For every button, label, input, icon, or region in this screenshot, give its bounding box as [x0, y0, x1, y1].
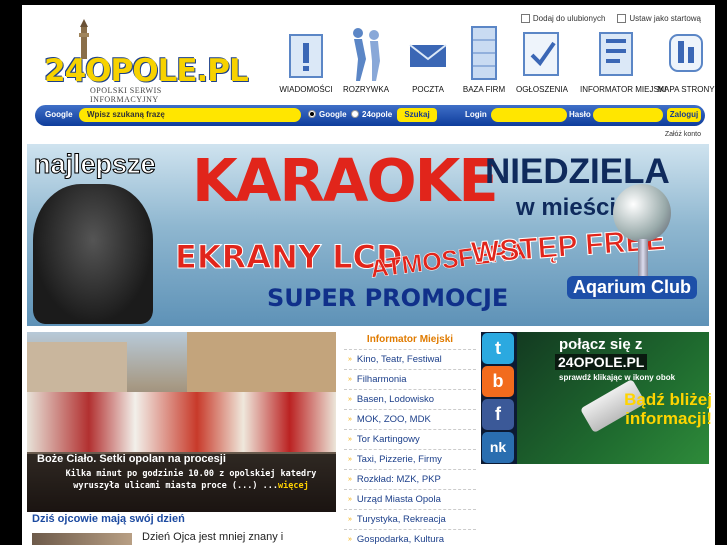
- business-directory-icon: [471, 26, 497, 80]
- radio-site-label: 24opole: [362, 110, 393, 119]
- nav-item-sitemap[interactable]: MAPA STRONY: [654, 25, 715, 94]
- karaoke-banner[interactable]: najlepsze KARAOKE NIEDZIELA w mieście EK…: [27, 144, 709, 326]
- banner-line8: SUPER PROMOCJE: [267, 284, 509, 312]
- bookmark-icon: [520, 14, 530, 24]
- google-label: Google: [45, 110, 73, 119]
- promo-line2: 24OPOLE.PL: [555, 354, 648, 370]
- bullet-icon: »: [348, 436, 352, 443]
- nav-item-news[interactable]: WIADOMOŚCI: [274, 25, 338, 94]
- list-item[interactable]: » Kino, Teatr, Festiwal: [344, 349, 476, 369]
- nav-item-business[interactable]: BAZA FIRM: [452, 25, 516, 94]
- singer-image: [33, 184, 153, 324]
- list-item[interactable]: » Tor Kartingowy: [344, 429, 476, 449]
- bullet-icon: »: [348, 416, 352, 423]
- bullet-icon: »: [348, 396, 352, 403]
- promo-line4: Bądź bliżej informacji!: [624, 390, 712, 428]
- main-nav: WIADOMOŚCI ROZRYWKA POCZTA BAZA FIRM OGŁ…: [274, 25, 715, 97]
- add-bookmark-link[interactable]: Dodaj do ulubionych: [520, 14, 605, 24]
- promo-line1: połącz się z: [559, 336, 643, 353]
- news-icon: [289, 34, 323, 78]
- list-item[interactable]: » Basen, Lodowisko: [344, 389, 476, 409]
- promo-line3: sprawdź klikając w ikony obok: [559, 373, 676, 382]
- news-title[interactable]: Boże Ciało. Setki opolan na procesji: [37, 453, 226, 465]
- second-news-text: Dzień Ojca jest mniej znany i: [142, 531, 284, 543]
- news-excerpt: Kilka minut po godzinie 10.00 z opolskie…: [65, 469, 317, 491]
- blip-icon[interactable]: b: [482, 366, 514, 397]
- social-panel: t b f nk połącz się z 24OPOLE.PL sprawdź…: [481, 332, 712, 464]
- list-item[interactable]: » MOK, ZOO, MDK: [344, 409, 476, 429]
- home-page-icon: [617, 14, 627, 24]
- set-homepage-link[interactable]: Ustaw jako startową: [617, 14, 701, 24]
- bullet-icon: »: [348, 516, 352, 523]
- mail-icon: [409, 44, 447, 67]
- twitter-icon[interactable]: t: [482, 333, 514, 364]
- bullet-icon: »: [348, 476, 352, 483]
- bullet-icon: »: [348, 536, 352, 543]
- search-button[interactable]: Szukaj: [397, 108, 437, 122]
- city-guide-title: Informator Miejski: [366, 334, 454, 345]
- city-guide-icon: [599, 32, 633, 76]
- connect-promo[interactable]: połącz się z 24OPOLE.PL sprawdź klikając…: [517, 332, 712, 464]
- radio-google[interactable]: [308, 110, 316, 118]
- login-button[interactable]: Zaloguj: [667, 108, 701, 122]
- classifieds-icon: [523, 32, 559, 76]
- site-logo[interactable]: 24OPOLE.PL OPOLSKI SERWIS INFORMACYJNY: [44, 19, 249, 104]
- bullet-icon: »: [348, 356, 352, 363]
- password-input[interactable]: [593, 108, 663, 122]
- logo-text: 24OPOLE.PL: [44, 53, 249, 89]
- featured-news[interactable]: Boże Ciało. Setki opolan na procesji Kil…: [27, 332, 336, 512]
- second-news-title[interactable]: Dziś ojcowie mają swój dzień: [32, 513, 185, 525]
- list-item[interactable]: » Turystyka, Rekreacja: [344, 509, 476, 529]
- radio-site[interactable]: [351, 110, 359, 118]
- sitemap-icon: [669, 34, 703, 72]
- radio-google-label: Google: [319, 110, 347, 119]
- page: 24OPOLE.PL OPOLSKI SERWIS INFORMACYJNY D…: [22, 5, 715, 545]
- second-news-thumbnail[interactable]: [32, 533, 132, 545]
- bullet-icon: »: [348, 496, 352, 503]
- password-label: Hasło: [569, 110, 591, 119]
- search-input[interactable]: Wpisz szukaną frazę: [79, 108, 301, 122]
- list-item[interactable]: » Taxi, Pizzerie, Firmy: [344, 449, 476, 469]
- bullet-icon: »: [348, 456, 352, 463]
- list-item[interactable]: » Gospodarka, Kultura: [344, 529, 476, 545]
- login-input[interactable]: [491, 108, 567, 122]
- nav-item-classifieds[interactable]: OGŁOSZENIA: [510, 25, 574, 94]
- city-guide-panel: Informator Miejski » Kino, Teatr, Festiwa…: [344, 332, 476, 545]
- read-more-link[interactable]: więcej: [278, 481, 309, 491]
- banner-line1: najlepsze: [34, 149, 157, 180]
- list-item[interactable]: » Rozkład: MZK, PKP: [344, 469, 476, 489]
- search-login-bar: Google Wpisz szukaną frazę Google 24opol…: [35, 105, 705, 126]
- list-item[interactable]: » Urząd Miasta Opola: [344, 489, 476, 509]
- banner-line2: KARAOKE: [192, 146, 499, 215]
- nav-item-entertainment[interactable]: ROZRYWKA: [334, 25, 398, 94]
- top-links: Dodaj do ulubionych Ustaw jako startową: [520, 14, 701, 24]
- entertainment-icon: [353, 28, 380, 81]
- nasza-klasa-icon[interactable]: nk: [482, 432, 514, 463]
- list-item[interactable]: » Filharmonia: [344, 369, 476, 389]
- facebook-icon[interactable]: f: [482, 399, 514, 430]
- bullet-icon: »: [348, 376, 352, 383]
- microphone-icon: [613, 184, 671, 242]
- logo-subtitle: OPOLSKI SERWIS INFORMACYJNY: [90, 86, 162, 104]
- procession-crowd: [27, 392, 336, 452]
- login-label: Login: [465, 110, 487, 119]
- nav-item-mail[interactable]: POCZTA: [396, 25, 460, 94]
- register-link[interactable]: Załóż konto: [665, 131, 701, 138]
- club-logo: Aqarium Club: [567, 276, 698, 299]
- nav-item-city-guide[interactable]: INFORMATOR MIEJSKI: [580, 25, 666, 94]
